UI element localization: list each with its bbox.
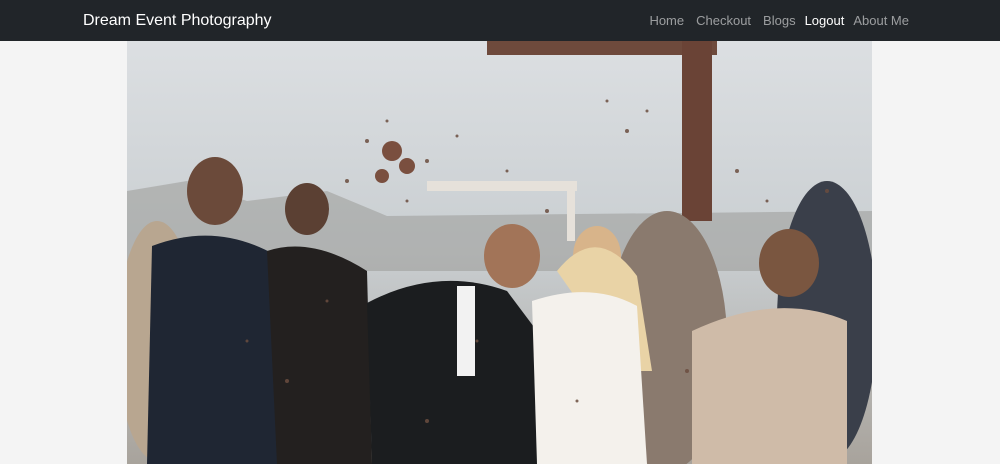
nav-link-logout[interactable]: Logout bbox=[802, 12, 848, 29]
wedding-photo-illustration bbox=[127, 41, 872, 464]
top-navbar: Dream Event Photography Home Checkout Bl… bbox=[0, 0, 1000, 41]
hero-wedding-photo bbox=[127, 41, 872, 464]
nav-links: Home Checkout Blogs Logout About Me bbox=[643, 12, 909, 29]
brand-logo-link[interactable]: Dream Event Photography bbox=[83, 11, 272, 31]
nav-link-about-me[interactable]: About Me bbox=[847, 12, 909, 29]
nav-link-checkout[interactable]: Checkout bbox=[690, 12, 757, 29]
nav-link-home[interactable]: Home bbox=[643, 12, 690, 29]
nav-link-blogs[interactable]: Blogs bbox=[757, 12, 802, 29]
